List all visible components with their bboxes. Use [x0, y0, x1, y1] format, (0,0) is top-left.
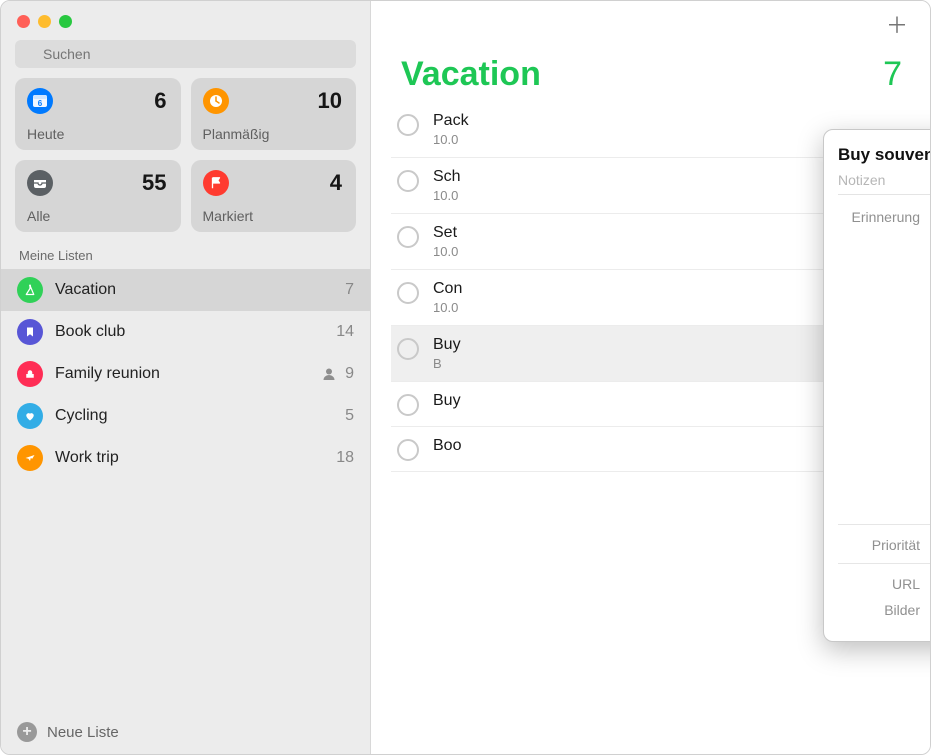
list-count: 7 — [345, 281, 354, 299]
tray-icon — [27, 170, 53, 196]
search-input[interactable] — [15, 40, 356, 68]
reminder-title: Pack — [433, 112, 469, 130]
reminder-title: Sch — [433, 168, 461, 186]
sidebar-list-bookclub[interactable]: Book club 14 — [1, 311, 370, 353]
smart-all[interactable]: 55 Alle — [15, 160, 181, 232]
smart-all-label: Alle — [27, 208, 50, 224]
divider — [838, 524, 931, 525]
smart-flagged-count: 4 — [330, 170, 342, 196]
smart-scheduled[interactable]: 10 Planmäßig — [191, 78, 357, 150]
reminder-title: Buy — [433, 392, 461, 410]
main-header: Vacation 7 — [371, 1, 930, 102]
add-reminder-button[interactable]: ＋ — [882, 11, 912, 37]
list-bullet-icon — [17, 277, 43, 303]
sidebar: 6 6 Heute 10 Planmäßig 55 Alle — [1, 1, 371, 754]
flag-icon — [203, 170, 229, 196]
reminder-sub: 10.0 — [433, 132, 469, 147]
list-count: 5 — [345, 407, 354, 425]
list-bullet-icon — [17, 361, 43, 387]
main-pane: ＋ Vacation 7 Pack 10.0 Sch 10.0 Set 10.0 Co… — [371, 1, 930, 754]
reminder-title: Boo — [433, 437, 461, 455]
plus-icon: + — [17, 722, 37, 742]
clock-icon — [203, 88, 229, 114]
smart-scheduled-label: Planmäßig — [203, 126, 270, 142]
list-name: Work trip — [55, 449, 336, 467]
list-count: 9 — [345, 365, 354, 383]
calendar-today-icon: 6 — [27, 88, 53, 114]
list-name: Vacation — [55, 281, 345, 299]
sidebar-list-vacation[interactable]: Vacation 7 — [1, 269, 370, 311]
reminder-sub: 10.0 — [433, 188, 461, 203]
smart-flagged[interactable]: 4 Markiert — [191, 160, 357, 232]
sidebar-list-worktrip[interactable]: Work trip 18 — [1, 437, 370, 479]
close-window-button[interactable] — [17, 15, 30, 28]
search-container — [1, 36, 370, 78]
divider — [838, 563, 931, 564]
smart-today-label: Heute — [27, 126, 64, 142]
list-title: Vacation — [401, 55, 541, 94]
complete-toggle[interactable] — [397, 338, 419, 360]
priority-label: Priorität — [838, 535, 930, 553]
smart-lists-grid: 6 6 Heute 10 Planmäßig 55 Alle — [1, 78, 370, 244]
list-count: 14 — [336, 323, 354, 341]
reminder-section-label: Erinnerung — [838, 207, 930, 225]
add-list-label: Neue Liste — [47, 724, 119, 741]
complete-toggle[interactable] — [397, 439, 419, 461]
complete-toggle[interactable] — [397, 226, 419, 248]
minimize-window-button[interactable] — [38, 15, 51, 28]
window-controls — [1, 1, 370, 36]
reminder-sub: 10.0 — [433, 300, 462, 315]
sidebar-list-family[interactable]: Family reunion 9 — [1, 353, 370, 395]
sidebar-lists: Vacation 7 Book club 14 Family reunion 9… — [1, 269, 370, 710]
list-count: 18 — [336, 449, 354, 467]
popover-title[interactable]: Buy souvenirs — [838, 145, 931, 165]
add-list-button[interactable]: + Neue Liste — [1, 710, 370, 754]
reminder-sub: 10.0 — [433, 244, 458, 259]
sidebar-list-cycling[interactable]: Cycling 5 — [1, 395, 370, 437]
complete-toggle[interactable] — [397, 114, 419, 136]
app-window: 6 6 Heute 10 Planmäßig 55 Alle — [0, 0, 931, 755]
smart-today-count: 6 — [154, 88, 166, 114]
complete-toggle[interactable] — [397, 282, 419, 304]
list-name: Family reunion — [55, 365, 321, 383]
sidebar-section-header: Meine Listen — [1, 244, 370, 269]
smart-today[interactable]: 6 6 Heute — [15, 78, 181, 150]
fullscreen-window-button[interactable] — [59, 15, 72, 28]
list-bullet-icon — [17, 445, 43, 471]
notes-field[interactable]: Notizen — [838, 172, 931, 195]
url-label: URL — [838, 574, 930, 592]
list-bullet-icon — [17, 403, 43, 429]
shared-icon — [321, 366, 337, 382]
list-bullet-icon — [17, 319, 43, 345]
images-label: Bilder — [838, 600, 930, 618]
complete-toggle[interactable] — [397, 170, 419, 192]
list-name: Book club — [55, 323, 336, 341]
complete-toggle[interactable] — [397, 394, 419, 416]
list-name: Cycling — [55, 407, 345, 425]
smart-flagged-label: Markiert — [203, 208, 254, 224]
list-total: 7 — [883, 55, 902, 94]
smart-all-count: 55 — [142, 170, 166, 196]
reminder-title: Set — [433, 224, 458, 242]
smart-scheduled-count: 10 — [318, 88, 342, 114]
reminder-title: Con — [433, 280, 462, 298]
reminder-sub: B — [433, 356, 461, 371]
reminder-detail-popover: Buy souvenirs Notizen Erinnerung Tagesab… — [823, 129, 931, 642]
reminder-title: Buy — [433, 336, 461, 354]
svg-text:6: 6 — [38, 99, 43, 108]
